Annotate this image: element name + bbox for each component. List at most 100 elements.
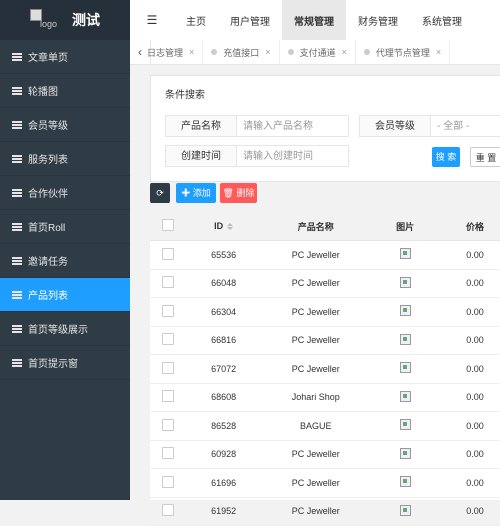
list-icon [12,120,22,129]
cell-price: 0.00 [439,269,500,298]
row-checkbox[interactable] [162,390,175,403]
row-select-cell [150,269,187,298]
close-icon[interactable]: × [265,47,270,57]
row-select-cell [150,497,187,526]
broken-image-icon [399,333,411,345]
row-select-cell [150,326,187,355]
logo-area: logo 测试 [0,0,130,40]
reset-button[interactable]: 重 置 [470,147,500,167]
nav-users[interactable]: 用户管理 [218,0,282,40]
cell-image [370,269,440,298]
cell-image [370,411,440,441]
cell-name: PC Jeweller [261,468,371,498]
row-checkbox[interactable] [162,333,175,346]
sidebar-item-label: 合作伙伴 [28,189,68,200]
sidebar-item-products[interactable]: 产品列表 [0,278,130,312]
product-table: ID 产品名称 图片 价格 65536 PC Jeweller 0.00 66048… [150,212,500,526]
menu-toggle-icon[interactable]: ☰ [130,13,174,27]
sidebar-item-partners[interactable]: 合作伙伴 [0,176,130,210]
close-icon[interactable]: × [189,47,194,57]
sidebar-item-home-roll[interactable]: 首页Roll [0,210,130,244]
nav-home[interactable]: 主页 [174,0,218,40]
list-icon [12,256,22,265]
close-icon[interactable]: × [342,47,347,57]
sidebar-item-label: 邀请任务 [28,257,68,268]
table-row[interactable]: 68608 Johari Shop 0.00 [150,383,500,412]
sidebar-item-label: 产品列表 [28,291,68,302]
row-checkbox[interactable] [162,504,175,517]
tab-payment[interactable]: 支付通道 × [280,40,356,64]
row-checkbox[interactable] [162,361,175,374]
tab-recharge[interactable]: 充值接口 × [203,40,280,64]
nav-general[interactable]: 常规管理 [282,0,346,40]
cell-price: 0.00 [439,411,500,441]
select-all-checkbox[interactable] [162,219,175,231]
cell-image [370,240,440,270]
refresh-icon: ⟳ [156,188,164,198]
cell-name: BAGUE [261,411,371,441]
nav-system[interactable]: 系统管理 [410,0,474,40]
sort-icon[interactable] [227,223,234,231]
cell-image [370,383,440,412]
delete-label: 删除 [236,188,255,198]
table-row[interactable]: 61952 PC Jeweller 0.00 [150,497,500,526]
search-button[interactable]: 搜 索 [432,147,460,167]
cell-name: PC Jeweller [261,354,371,384]
add-button[interactable]: ✚ 添加 [176,183,216,203]
logo-alt-text: logo [40,19,58,29]
row-checkbox[interactable] [162,447,175,460]
sidebar: logo 测试 文章单页 轮播图 会员等级 服务列表 合作伙伴 首页Roll 邀… [0,0,130,500]
member-level-select[interactable]: - 全部 - [430,115,500,137]
col-id[interactable]: ID [186,212,262,241]
table-row[interactable]: 66048 PC Jeweller 0.00 [150,269,500,298]
product-name-input[interactable]: 请输入产品名称 [236,115,349,137]
sidebar-item-services[interactable]: 服务列表 [0,142,130,176]
cell-name: PC Jeweller [261,297,371,327]
tab-label: 支付通道 [299,47,336,58]
cell-image [370,497,440,526]
cell-price: 0.00 [439,354,500,384]
tab-log[interactable]: 日志管理 × [139,40,204,64]
broken-image-icon [399,447,411,459]
table-row[interactable]: 60928 PC Jeweller 0.00 [150,440,500,469]
create-time-label: 创建时间 [165,145,237,167]
tab-label: 充值接口 [223,47,260,58]
logo-image: logo [30,9,62,31]
close-icon[interactable]: × [436,47,441,57]
sidebar-item-member-level[interactable]: 会员等级 [0,108,130,142]
table-row[interactable]: 66304 PC Jeweller 0.00 [150,297,500,327]
table-row[interactable]: 65536 PC Jeweller 0.00 [150,240,500,270]
row-select-cell [150,354,187,384]
list-icon [12,324,22,333]
tab-bar: ‹ 日志管理 × 充值接口 × 支付通道 × 代理节点管理 × [130,40,500,65]
sidebar-item-carousel[interactable]: 轮播图 [0,74,130,108]
sidebar-item-home-popup[interactable]: 首页提示窗 [0,346,130,380]
nav-finance[interactable]: 财务管理 [346,0,410,40]
sidebar-item-home-level-display[interactable]: 首页等级展示 [0,312,130,346]
create-time-input[interactable]: 请输入创建时间 [236,145,349,167]
row-checkbox[interactable] [162,475,175,488]
table-row[interactable]: 61696 PC Jeweller 0.00 [150,468,500,498]
row-checkbox[interactable] [162,304,175,317]
col-image: 图片 [370,212,440,241]
sidebar-item-article[interactable]: 文章单页 [0,40,130,74]
broken-image-icon [399,390,411,402]
delete-button[interactable]: 🗑 删除 [220,183,257,203]
sidebar-item-invite-tasks[interactable]: 邀请任务 [0,244,130,278]
sidebar-item-label: 首页提示窗 [28,359,78,370]
cell-price: 0.00 [439,497,500,526]
tab-proxy[interactable]: 代理节点管理 × [356,40,451,64]
table-row[interactable]: 86528 BAGUE 0.00 [150,411,500,441]
sidebar-item-label: 文章单页 [28,53,68,64]
cell-id: 66304 [186,297,262,327]
list-icon [12,154,22,163]
row-checkbox[interactable] [162,276,175,289]
table-row[interactable]: 66816 PC Jeweller 0.00 [150,326,500,355]
broken-image-icon [399,276,411,288]
row-checkbox[interactable] [162,418,175,431]
refresh-button[interactable]: ⟳ [150,183,170,203]
row-checkbox[interactable] [162,247,175,260]
table-row[interactable]: 67072 PC Jeweller 0.00 [150,354,500,384]
sidebar-item-label: 首页Roll [28,223,66,234]
col-name: 产品名称 [261,212,371,241]
